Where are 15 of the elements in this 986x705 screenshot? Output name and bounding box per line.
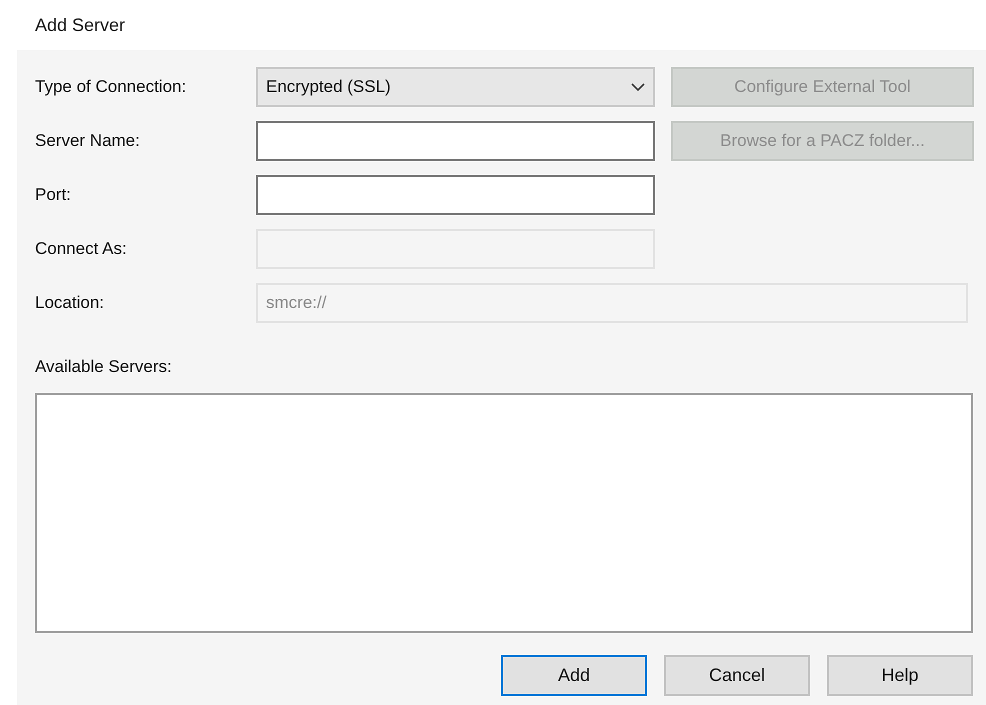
dialog-button[interactable]: Add: [501, 655, 647, 696]
dialog-button[interactable]: Help: [827, 655, 973, 696]
servers-list[interactable]: [35, 393, 973, 633]
field-label: Port:: [35, 185, 72, 205]
field-label: Server Name:: [35, 131, 141, 151]
field-label: Type of Connection:: [35, 77, 188, 97]
input-field[interactable]: [256, 175, 655, 215]
dialog-button[interactable]: Cancel: [664, 655, 810, 696]
chevron-down-icon: [631, 82, 645, 92]
window-title: Add Server: [35, 14, 126, 36]
connection-type-dropdown[interactable]: Encrypted (SSL): [256, 67, 655, 107]
list-label: Available Servers:: [35, 357, 173, 377]
input-field[interactable]: [256, 121, 655, 161]
field-label: Location:: [35, 293, 105, 313]
field-label: Connect As:: [35, 239, 128, 259]
